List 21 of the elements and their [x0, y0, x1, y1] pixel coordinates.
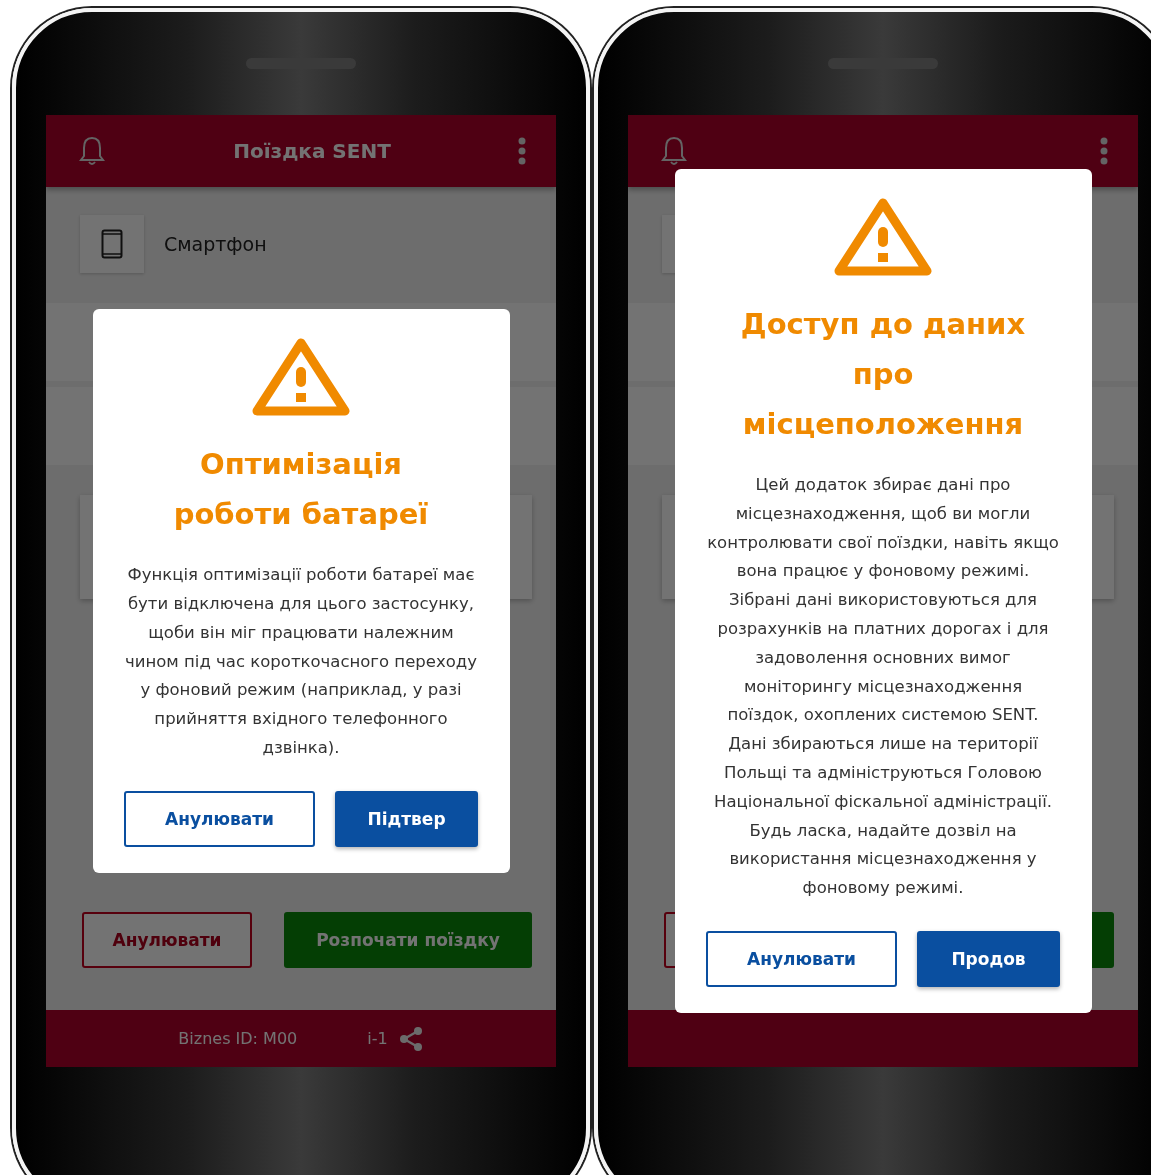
warning-icon — [833, 197, 933, 277]
menu-icon[interactable] — [518, 137, 526, 165]
business-id-suffix: i-1 — [367, 1029, 388, 1048]
bell-icon[interactable] — [78, 135, 106, 167]
menu-icon[interactable] — [1100, 137, 1108, 165]
business-id: Biznes ID: M00 — [178, 1029, 298, 1048]
dialog-message: Функція оптимізації роботи батареї має бути відключена для цього застосунку, щоби він міг працювати належним чином під час короткочасного переходу у фоновий режим (наприклад, у разі прийняття вхідного телефонного дзвінка). — [124, 564, 478, 759]
dialog-message: Цей додаток збирає дані про місцезнаходження, щоб ви могли контролювати свої поїздки, навіть якщо вона працює у фоновому режимі. Зібрані дані використовуються для розрахунків на платних дорогах і для задоволення основних вимог моніторингу місцезнаходження поїздок, охоплених системою SENT. Дані збираються лише на території Польщі та адмініструються Головою Національної фіскальної адміністрації. Будь ласка, надайте дозвіл на використання місцезнаходження у фоновому режимі. — [706, 474, 1060, 900]
device-card[interactable]: Смартфон — [80, 215, 532, 273]
dialog-button[interactable]: Анулювати — [706, 930, 897, 987]
smartphone-icon — [101, 229, 123, 259]
share-icon[interactable] — [397, 1025, 424, 1052]
dialog-button[interactable]: Анулювати — [124, 790, 315, 847]
device-label: Смартфон — [164, 233, 267, 255]
warning-icon — [251, 337, 351, 418]
bell-icon[interactable] — [660, 135, 688, 167]
dialog-title: Оптимізація роботи батареї — [172, 446, 430, 534]
dialog-title: Доступ до даних про місцеположення — [739, 306, 1027, 443]
dialog-button[interactable]: Продов — [917, 930, 1060, 987]
dialog-button[interactable]: Підтвер — [335, 790, 478, 847]
header-title: Поїздка SENT — [233, 139, 391, 163]
